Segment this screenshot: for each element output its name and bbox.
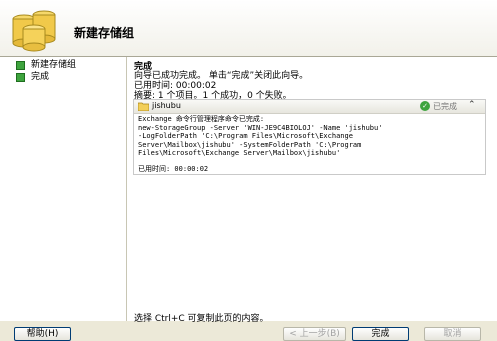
step-complete-icon: [16, 73, 25, 82]
task-name: jishubu: [152, 101, 181, 110]
collapse-icon[interactable]: ⌃: [468, 100, 476, 110]
task-result-header[interactable]: jishubu ✓ 已完成 ⌃: [134, 100, 485, 114]
wizard-header: 新建存储组: [0, 0, 497, 57]
output-line: Files\Microsoft\Exchange Server\Mailbox\…: [138, 149, 341, 157]
task-result-panel: jishubu ✓ 已完成 ⌃ Exchange 命令行管理程序命令已完成: n…: [133, 99, 486, 175]
task-status: 已完成: [433, 102, 457, 111]
success-check-icon: ✓: [420, 101, 430, 111]
task-command-output: Exchange 命令行管理程序命令已完成: new-StorageGroup …: [138, 115, 478, 173]
database-icon: [12, 10, 56, 52]
output-line: -LogFolderPath 'C:\Program Files\Microso…: [138, 132, 353, 140]
wizard-content: 完成 向导已成功完成。 单击“完成”关闭此向导。 已用时间: 00:00:02 …: [127, 57, 497, 321]
step-label: 完成: [31, 72, 50, 82]
folder-icon: [138, 102, 149, 111]
output-line: new-StorageGroup -Server 'WIN-JE9C4BIOLO…: [138, 123, 383, 132]
wizard-title: 新建存储组: [74, 26, 135, 40]
help-button[interactable]: 帮助(H): [14, 327, 71, 341]
finish-button[interactable]: 完成: [352, 327, 409, 341]
step-complete-icon: [16, 61, 25, 70]
task-elapsed-time: 已用时间: 00:00:02: [138, 164, 209, 173]
step-label: 新建存储组: [31, 60, 77, 70]
output-line: Server\Mailbox\jishubu' -SystemFolderPat…: [138, 140, 362, 149]
copy-hint: 选择 Ctrl+C 可复制此页的内容。: [134, 314, 269, 324]
back-button[interactable]: < 上一步(B): [283, 327, 346, 341]
output-line: Exchange 命令行管理程序命令已完成:: [138, 115, 265, 123]
wizard-steps-pane: 新建存储组 完成: [0, 57, 127, 321]
cancel-button[interactable]: 取消: [424, 327, 481, 341]
